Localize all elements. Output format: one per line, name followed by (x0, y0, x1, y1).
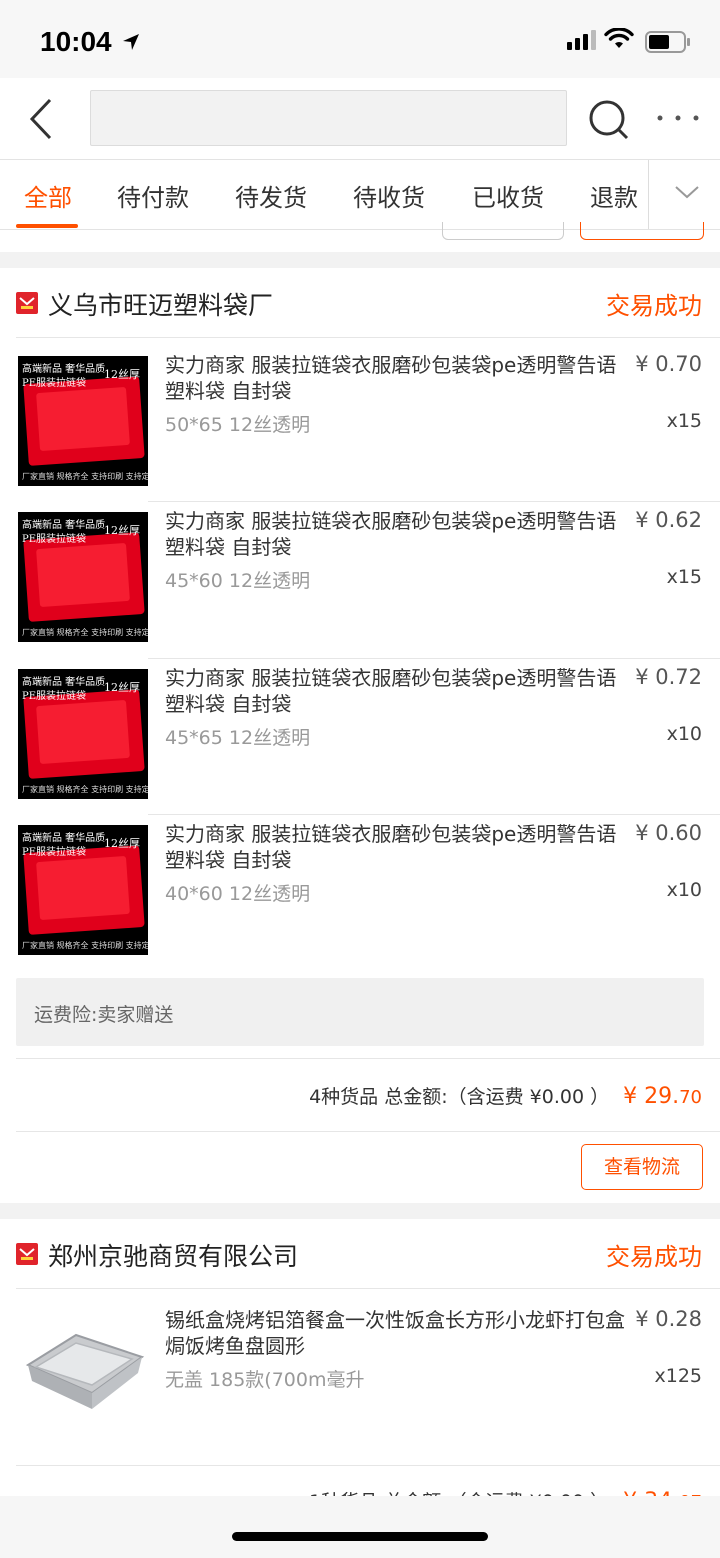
wifi-icon (604, 28, 634, 48)
tab-refund[interactable]: 退款 (590, 178, 638, 213)
product-quantity: x125 (654, 1365, 702, 1387)
product-spec: 45*60 12丝透明 (165, 570, 311, 592)
tab-pending-shipment[interactable]: 待发货 (235, 178, 307, 213)
product-spec: 无盖 185款(700m毫升 (165, 1369, 365, 1391)
product-image: 高端新品 奢华品质 PE服装拉链袋 12丝厚 厂家直销 规格齐全 支持印刷 支持定制 (18, 356, 148, 486)
product-price: ¥ 0.72 (635, 665, 702, 689)
order-tabs: 全部 待付款 待发货 待收货 已收货 退款 (0, 160, 720, 230)
divider (16, 1058, 720, 1059)
shop-icon (16, 1243, 38, 1265)
product-spec: 45*65 12丝透明 (165, 727, 311, 749)
view-logistics-button[interactable]: 查看物流 (581, 1144, 703, 1190)
location-arrow-icon (123, 34, 139, 50)
product-spec: 50*65 12丝透明 (165, 414, 311, 436)
order-item[interactable]: 高端新品 奢华品质 PE服装拉链袋 12丝厚 厂家直销 规格齐全 支持印刷 支持定制… (0, 651, 720, 807)
product-quantity: x15 (666, 410, 702, 432)
cellular-signal-icon (567, 30, 596, 50)
nav-bar (0, 78, 720, 160)
previous-order-button[interactable] (442, 222, 564, 240)
divider (16, 1465, 720, 1466)
product-price: ¥ 0.28 (635, 1307, 702, 1331)
product-price: ¥ 0.60 (635, 821, 702, 845)
tab-all[interactable]: 全部 (24, 178, 72, 213)
product-image: 高端新品 奢华品质 PE服装拉链袋 12丝厚 厂家直销 规格齐全 支持印刷 支持定制 (18, 512, 148, 642)
active-tab-indicator (16, 224, 78, 228)
shop-name[interactable]: 义乌市旺迈塑料袋厂 (48, 286, 273, 322)
product-price: ¥ 0.62 (635, 508, 702, 532)
shop-name[interactable]: 郑州京驰商贸有限公司 (48, 1237, 298, 1273)
chevron-down-icon[interactable] (674, 184, 700, 200)
order-total-amount: ¥ 29.70 (623, 1084, 702, 1109)
product-quantity: x10 (666, 723, 702, 745)
back-arrow-icon[interactable] (28, 98, 54, 140)
battery-icon (645, 31, 690, 53)
previous-order-remnant (0, 222, 720, 252)
more-icon[interactable] (656, 114, 700, 122)
tab-received[interactable]: 已收货 (472, 178, 544, 213)
order-card[interactable]: 郑州京驰商贸有限公司 交易成功 锡纸盒烧烤铝箔餐盒一次性饭盒长方形小龙虾打包盒焗… (0, 1219, 720, 1514)
product-title: 锡纸盒烧烤铝箔餐盒一次性饭盒长方形小龙虾打包盒焗饭烤鱼盘圆形 (165, 1308, 625, 1358)
tab-pending-payment[interactable]: 待付款 (117, 178, 189, 213)
divider (16, 1131, 720, 1132)
order-header: 义乌市旺迈塑料袋厂 交易成功 (0, 268, 720, 338)
product-spec: 40*60 12丝透明 (165, 883, 311, 905)
status-bar: 10:04 (0, 0, 720, 78)
tab-pending-receipt[interactable]: 待收货 (353, 178, 425, 213)
product-quantity: x10 (666, 879, 702, 901)
product-price: ¥ 0.70 (635, 352, 702, 376)
product-title: 实力商家 服装拉链袋衣服磨砂包装袋pe透明警告语塑料袋 自封袋 (165, 666, 617, 716)
status-time: 10:04 (40, 26, 112, 57)
order-summary: 4种货品 总金额:（含运费 ¥0.00 ） (309, 1086, 610, 1108)
product-image: 高端新品 奢华品质 PE服装拉链袋 12丝厚 厂家直销 规格齐全 支持印刷 支持定制 (18, 825, 148, 955)
order-header: 郑州京驰商贸有限公司 交易成功 (0, 1219, 720, 1289)
order-status: 交易成功 (606, 1243, 702, 1271)
product-image: 高端新品 奢华品质 PE服装拉链袋 12丝厚 厂家直销 规格齐全 支持印刷 支持定制 (18, 669, 148, 799)
home-indicator[interactable] (232, 1532, 488, 1541)
product-quantity: x15 (666, 566, 702, 588)
order-item[interactable]: 高端新品 奢华品质 PE服装拉链袋 12丝厚 厂家直销 规格齐全 支持印刷 支持定制… (0, 338, 720, 494)
order-item[interactable]: 高端新品 奢华品质 PE服装拉链袋 12丝厚 厂家直销 规格齐全 支持印刷 支持定制… (0, 494, 720, 650)
order-status: 交易成功 (606, 292, 702, 320)
previous-order-button[interactable] (580, 222, 704, 240)
order-item[interactable]: 锡纸盒烧烤铝箔餐盒一次性饭盒长方形小龙虾打包盒焗饭烤鱼盘圆形 无盖 185款(7… (0, 1293, 720, 1449)
order-item[interactable]: 高端新品 奢华品质 PE服装拉链袋 12丝厚 厂家直销 规格齐全 支持印刷 支持定制… (0, 807, 720, 963)
product-title: 实力商家 服装拉链袋衣服磨砂包装袋pe透明警告语塑料袋 自封袋 (165, 509, 617, 559)
order-card[interactable]: 义乌市旺迈塑料袋厂 交易成功 高端新品 奢华品质 PE服装拉链袋 12丝厚 厂家直销… (0, 268, 720, 1203)
search-icon[interactable] (587, 98, 631, 142)
home-indicator-bar (0, 1496, 720, 1558)
shipping-insurance: 运费险:卖家赠送 (16, 978, 704, 1046)
shop-icon (16, 292, 38, 314)
product-title: 实力商家 服装拉链袋衣服磨砂包装袋pe透明警告语塑料袋 自封袋 (165, 353, 617, 403)
search-input[interactable] (90, 90, 567, 146)
product-image (18, 1313, 148, 1423)
shipping-insurance-text: 运费险:卖家赠送 (34, 1004, 174, 1026)
order-total: 4种货品 总金额:（含运费 ¥0.00 ） ¥ 29.70 (309, 1082, 702, 1109)
product-title: 实力商家 服装拉链袋衣服磨砂包装袋pe透明警告语塑料袋 自封袋 (165, 822, 617, 872)
divider (16, 1288, 720, 1289)
